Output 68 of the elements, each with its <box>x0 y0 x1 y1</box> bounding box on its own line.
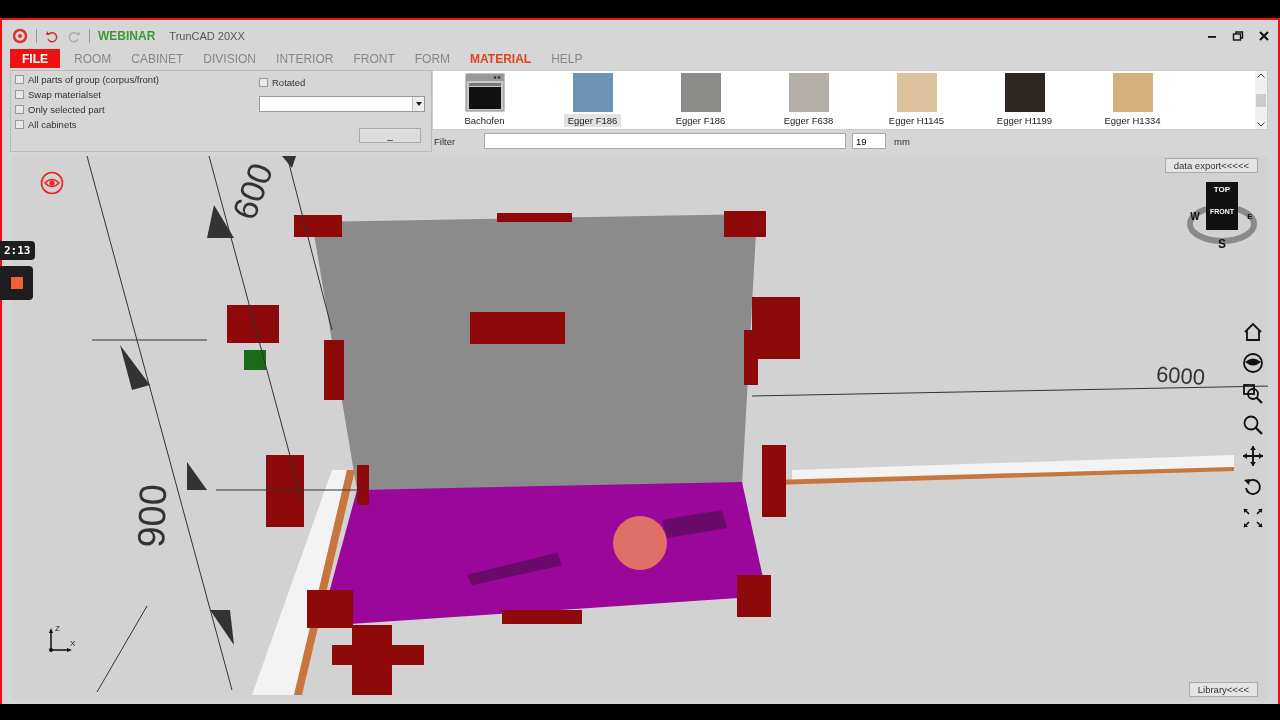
compass-label: E <box>1247 212 1253 221</box>
checkbox[interactable] <box>15 90 24 99</box>
checkbox-label: Rotated <box>272 77 306 88</box>
checkbox[interactable] <box>15 75 24 84</box>
checkbox-label: Only selected part <box>28 104 105 115</box>
thickness-field[interactable]: 19 <box>852 133 886 149</box>
filter-label: Filter <box>433 135 457 147</box>
checkbox[interactable] <box>259 78 268 87</box>
material-swatch[interactable] <box>572 73 613 112</box>
material-name[interactable]: Egger H1334 <box>1100 114 1165 127</box>
rotate-icon[interactable] <box>1242 476 1264 498</box>
oven-icon[interactable] <box>464 73 505 112</box>
recording-timer: 2:13 <box>0 241 35 260</box>
zoom-window-icon[interactable] <box>1242 383 1264 405</box>
dimension-arrowhead <box>207 205 234 238</box>
restore-icon[interactable] <box>1232 30 1244 42</box>
material-name[interactable]: Egger F186 <box>563 114 622 127</box>
dimension-arrowhead <box>282 156 296 168</box>
zoom-icon[interactable] <box>1242 414 1264 436</box>
checkbox-label: Swap materialset <box>28 89 101 100</box>
material-name[interactable]: Egger H1145 <box>884 114 949 127</box>
dimension-arrowhead <box>120 345 150 390</box>
filter-field[interactable] <box>484 133 846 149</box>
logo-icon[interactable] <box>12 28 28 44</box>
ellipsis-button[interactable]: _ <box>359 128 421 143</box>
material-swatch[interactable] <box>1004 73 1045 112</box>
undo-icon[interactable] <box>45 29 59 43</box>
material-swatch[interactable] <box>1112 73 1153 112</box>
file-menu[interactable]: FILE <box>10 48 60 68</box>
compass-label: S <box>1218 237 1226 250</box>
click-indicator <box>613 516 667 570</box>
scroll-up-icon[interactable] <box>1257 73 1265 78</box>
scroll-down-icon[interactable] <box>1257 122 1265 127</box>
app-name: WEBINAR <box>98 29 156 43</box>
window-title: TrunCAD 20XX <box>169 30 245 42</box>
dropdown[interactable] <box>259 96 425 112</box>
material-swatch[interactable] <box>680 73 721 112</box>
compass-label: W <box>1190 211 1200 222</box>
unit-label: mm <box>894 135 910 147</box>
material-swatch[interactable] <box>788 73 829 112</box>
fullscreen-icon[interactable] <box>1242 507 1264 529</box>
dimension-label: 6000 <box>1155 361 1206 390</box>
material-name[interactable]: Bachofen <box>460 114 509 127</box>
view-cube[interactable] <box>1206 182 1238 230</box>
material-name[interactable]: Egger F186 <box>671 114 730 127</box>
eye-icon[interactable] <box>40 171 64 195</box>
home-icon[interactable] <box>1242 321 1264 343</box>
cube-face-label: TOP <box>1213 185 1231 194</box>
library-button[interactable]: Library<<<< <box>1188 682 1258 697</box>
caret-icon <box>415 102 422 106</box>
dimension-label: 900 <box>130 483 175 549</box>
move-icon[interactable] <box>1242 445 1264 467</box>
stop-icon <box>10 277 23 289</box>
close-icon[interactable] <box>1258 30 1270 42</box>
dimension-arrowhead <box>210 610 234 645</box>
checkbox[interactable] <box>15 105 24 114</box>
data-export-button[interactable]: data export<<<<< <box>1164 158 1258 173</box>
dimension-arrowhead <box>187 462 207 490</box>
stop-recording-button[interactable] <box>0 266 33 300</box>
orbit-icon[interactable] <box>1242 352 1264 374</box>
material-name[interactable]: Egger H1199 <box>992 114 1057 127</box>
material-swatch[interactable] <box>896 73 937 112</box>
dimension-label: 600 <box>224 158 280 225</box>
checkbox-label: All cabinets <box>28 119 77 130</box>
checkbox-label: All parts of group (corpus/front) <box>28 74 159 85</box>
material-name[interactable]: Egger F638 <box>779 114 838 127</box>
scrollbar[interactable] <box>1255 71 1267 129</box>
checkbox[interactable] <box>15 120 24 129</box>
